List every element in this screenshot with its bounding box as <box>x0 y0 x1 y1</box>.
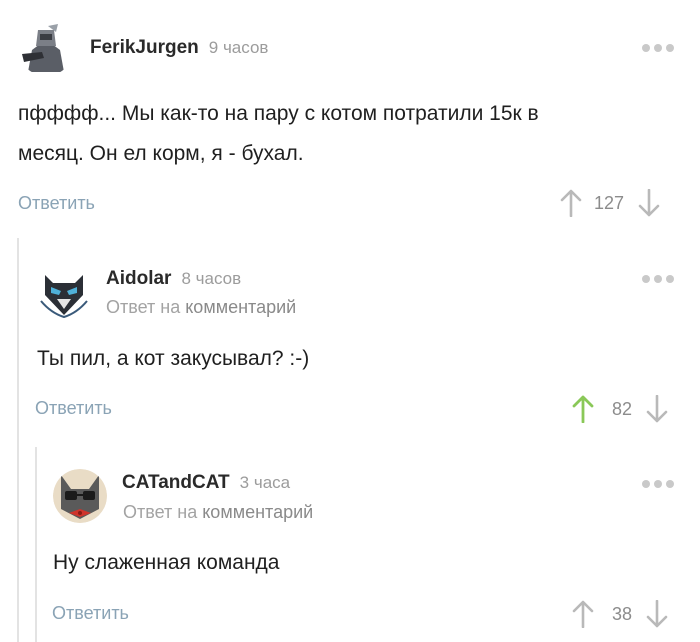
author-name[interactable]: FerikJurgen <box>90 37 199 59</box>
avatar[interactable] <box>37 265 91 319</box>
downvote-icon[interactable] <box>646 395 668 423</box>
vote-controls: 38 <box>572 600 668 628</box>
rating-count: 38 <box>611 603 632 624</box>
thread-line-level2 <box>35 447 37 642</box>
comment-time[interactable]: 8 часов <box>181 269 241 289</box>
author-name[interactable]: Aidolar <box>106 268 171 290</box>
parent-comment-link[interactable]: комментарий <box>185 297 296 317</box>
parent-comment-link[interactable]: комментарий <box>202 502 313 522</box>
upvote-icon[interactable] <box>572 395 594 423</box>
reply-to-label: Ответ на комментарий <box>123 502 314 522</box>
comment-text: Ну слаженная команда <box>53 551 280 574</box>
rating-count: 82 <box>611 398 632 419</box>
reply-to-label: Ответ на комментарий <box>106 297 297 317</box>
thread-line-level1 <box>17 238 19 642</box>
more-options-button[interactable] <box>642 275 674 283</box>
author-name[interactable]: CATandCAT <box>122 472 230 494</box>
rating-count: 127 <box>594 192 625 213</box>
downvote-icon[interactable] <box>638 189 660 217</box>
reply-button[interactable]: Ответить <box>52 603 129 624</box>
downvote-icon[interactable] <box>646 600 668 628</box>
avatar[interactable] <box>53 469 107 523</box>
more-options-button[interactable] <box>642 44 674 52</box>
upvote-icon[interactable] <box>572 600 594 628</box>
comment-text: пфффф... Мы как-то на пару с котом потра… <box>18 102 539 165</box>
avatar[interactable] <box>18 20 74 76</box>
vote-controls: 82 <box>572 395 668 423</box>
comment-time[interactable]: 9 часов <box>209 38 269 58</box>
vote-controls: 127 <box>560 189 660 217</box>
upvote-icon[interactable] <box>560 189 582 217</box>
comment-time[interactable]: 3 часа <box>240 473 290 493</box>
reply-button[interactable]: Ответить <box>35 398 112 419</box>
reply-button[interactable]: Ответить <box>18 193 95 214</box>
comment-text: Ты пил, а кот закусывал? :-) <box>37 347 310 370</box>
comment-header: FerikJurgen 9 часов <box>18 20 268 76</box>
more-options-button[interactable] <box>642 480 674 488</box>
